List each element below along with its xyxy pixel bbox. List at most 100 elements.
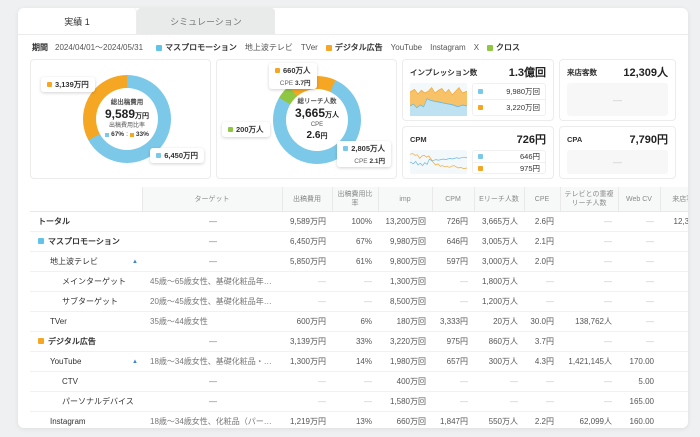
value-cell: — [332, 392, 378, 412]
value-cell: 61% [332, 252, 378, 272]
value-cell: — [474, 392, 524, 412]
value-cell: 3,139万円 [282, 332, 332, 352]
tab-bar: 実績 1 シミュレーション [18, 8, 688, 35]
target-cell: — [142, 232, 282, 252]
blue-square-icon [156, 153, 161, 158]
legend-item: クロス [487, 42, 520, 53]
collapse-caret-icon[interactable]: ▲ [132, 259, 138, 265]
impressions-area-chart [410, 83, 467, 116]
value-cell: 2.6円 [524, 212, 560, 232]
value-cell: — [524, 292, 560, 312]
value-cell: — [282, 372, 332, 392]
value-cell: 8,500万回 [378, 292, 432, 312]
cpa-empty-placeholder: — [567, 150, 668, 174]
value-cell: 5.00 [618, 372, 660, 392]
value-cell: 13% [332, 412, 378, 428]
visitors-empty-placeholder: — [567, 83, 668, 116]
table-header-cell: 出稿費用比率 [332, 187, 378, 212]
legend-item: デジタル広告 [326, 42, 383, 53]
value-cell: 1,300万円 [282, 352, 332, 372]
reach-center-title: 総リーチ人数 [298, 98, 337, 106]
impressions-legend: 9,980万回3,220万回 [472, 83, 546, 116]
value-cell: 160.00 [618, 412, 660, 428]
collapse-caret-icon[interactable]: ▲ [132, 359, 138, 365]
table-header-cell: ターゲット [142, 187, 282, 212]
value-cell: 660万回 [378, 412, 432, 428]
table-header-cell: CPE [524, 187, 560, 212]
value-cell: — [524, 392, 560, 412]
value-cell: 1,580万回 [378, 392, 432, 412]
table-row: YouTube▲18歳〜34歳女性、基礎化粧品・新作コ…1,300万円14%1,… [30, 352, 688, 372]
value-cell: — [332, 272, 378, 292]
legend-item: YouTube [391, 42, 422, 53]
table-header-cell: 出稿費用 [282, 187, 332, 212]
value-cell: 2.1円 [524, 232, 560, 252]
value-cell: 67% [332, 232, 378, 252]
value-cell: 14% [332, 352, 378, 372]
value-cell: 3,665万人 [474, 212, 524, 232]
value-cell: — [660, 312, 688, 332]
value-cell: 9,980万回 [378, 232, 432, 252]
value-cell: 597円 [432, 252, 474, 272]
cpm-line-chart [410, 150, 467, 174]
value-cell: 165.00 [618, 392, 660, 412]
cpm-legend-row: 975円 [473, 162, 545, 174]
value-cell: 726円 [432, 212, 474, 232]
value-cell: 62,099人 [560, 412, 618, 428]
tab-simulation[interactable]: シミュレーション [137, 8, 275, 34]
value-cell: 12,309人 [660, 212, 688, 232]
value-cell: 1,421,145人 [560, 352, 618, 372]
period-value: 2024/04/01〜2024/05/31 [55, 42, 143, 53]
legend-item: X [474, 42, 479, 53]
charts-row: 総出稿費用 9,589万円 出稿費用比率 67% : 33% 3,139万円 6… [18, 59, 688, 179]
legend-item: Instagram [430, 42, 466, 53]
orange-square-icon [275, 68, 280, 73]
value-cell: — [432, 272, 474, 292]
value-cell: — [660, 252, 688, 272]
row-name-cell: 地上波テレビ▲ [30, 252, 142, 272]
table-row: サブターゲット20歳〜45歳女性、基礎化粧品年間利用…——8,500万回—1,2… [30, 292, 688, 312]
value-cell: 1,800万人 [474, 272, 524, 292]
value-cell: 1,219万円 [282, 412, 332, 428]
spend-ratio-title: 出稿費用比率 [109, 123, 145, 131]
cpm-title: CPM [410, 135, 427, 144]
reach-callout-digital: 660万人 CPE 3.7円 [269, 63, 317, 89]
reach-donut-panel: 総リーチ人数 3,665万人 CPE 2.6円 660万人 CPE 3.7円 2… [216, 59, 397, 179]
reach-callout-cross: 200万人 [222, 122, 270, 137]
target-cell: 20歳〜45歳女性、基礎化粧品年間利用… [142, 292, 282, 312]
visitors-title: 来店客数 [567, 67, 597, 78]
row-name-cell: パーソナルデバイス [30, 392, 142, 412]
value-cell: — [660, 352, 688, 372]
legend-square-icon [478, 105, 483, 110]
value-cell: — [432, 392, 474, 412]
value-cell: — [618, 212, 660, 232]
value-cell: — [560, 332, 618, 352]
table-row: TVer35歳〜44歳女性600万円6%180万回3,333円20万人30.0円… [30, 312, 688, 332]
tab-results[interactable]: 実績 1 [18, 8, 137, 34]
value-cell: 860万人 [474, 332, 524, 352]
value-cell: 5,850万円 [282, 252, 332, 272]
period-label: 期間 [32, 42, 48, 53]
impressions-panel: インプレッション数 1.3億回 9,980万回3,220万回 [402, 59, 554, 121]
spend-callout-mass: 6,450万円 [150, 148, 204, 163]
blue-square-icon [343, 146, 348, 151]
value-cell: 2.2円 [524, 412, 560, 428]
value-cell: 550万人 [474, 412, 524, 428]
cpm-total: 726円 [517, 131, 546, 147]
impressions-title: インプレッション数 [410, 67, 477, 78]
value-cell: — [618, 232, 660, 252]
value-cell: — [282, 292, 332, 312]
value-cell: 138,762人 [560, 312, 618, 332]
orange-square-icon [130, 133, 134, 137]
reach-callout-mass: 2,805万人 CPE 2.1円 [337, 141, 391, 167]
cpm-legend: 646円975円 [472, 150, 546, 174]
table-header-cell: Web CV [618, 187, 660, 212]
reach-cpe-title: CPE [311, 122, 323, 130]
value-cell: — [560, 232, 618, 252]
target-cell: 45歳〜65歳女性、基礎化粧品年間利用… [142, 272, 282, 292]
value-cell: — [618, 312, 660, 332]
value-cell: 20万人 [474, 312, 524, 332]
value-cell: — [332, 292, 378, 312]
value-cell: 6,450万円 [282, 232, 332, 252]
value-cell: 33% [332, 332, 378, 352]
